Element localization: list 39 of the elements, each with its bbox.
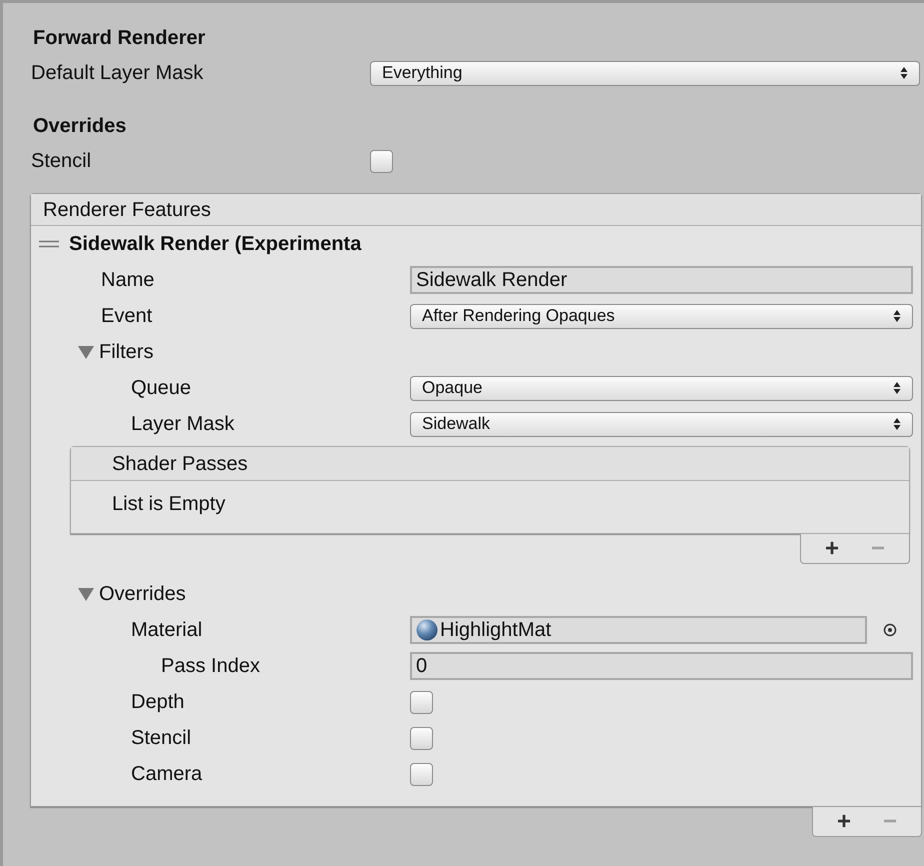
foldout[interactable]: Filters	[77, 337, 154, 367]
field-label: Queue	[131, 376, 192, 401]
field-label: Event	[101, 304, 152, 329]
checkbox[interactable]	[370, 150, 393, 172]
checkbox[interactable]	[410, 762, 433, 786]
object-field[interactable]: HighlightMat	[410, 616, 867, 644]
text-field[interactable]: 0	[410, 652, 913, 680]
object-picker-icon[interactable]	[883, 623, 897, 637]
field-label: Pass Index	[161, 654, 260, 679]
dropdown[interactable]: After Rendering Opaques	[410, 304, 913, 328]
add-button[interactable]: +	[824, 536, 839, 560]
field-label: Depth	[131, 690, 184, 715]
field-label: Name	[101, 268, 154, 293]
field-label: Layer Mask	[131, 412, 234, 437]
field-label: Stencil	[31, 149, 92, 174]
field-label: Camera	[131, 762, 202, 787]
drag-handle-icon[interactable]	[39, 240, 59, 248]
add-button[interactable]: +	[836, 810, 851, 834]
material-sphere-icon	[416, 619, 438, 641]
foldout[interactable]: Overrides	[77, 579, 186, 609]
section-heading: Forward Renderer	[33, 26, 206, 51]
section-heading: Overrides	[33, 114, 126, 139]
field-label: Default Layer Mask	[31, 61, 204, 86]
dropdown[interactable]: Everything	[370, 60, 920, 86]
checkbox[interactable]	[410, 726, 433, 750]
field-label: Material	[131, 618, 202, 643]
updown-arrows-icon	[900, 66, 908, 80]
feature-title: Sidewalk Render (Experimenta	[69, 232, 362, 257]
updown-arrows-icon	[893, 309, 901, 323]
dropdown[interactable]: Sidewalk	[410, 412, 913, 436]
checkbox[interactable]	[410, 690, 433, 714]
list-header: Shader Passes	[71, 447, 909, 481]
field-label: Stencil	[131, 726, 192, 751]
updown-arrows-icon	[893, 381, 901, 395]
updown-arrows-icon	[893, 417, 901, 431]
dropdown[interactable]: Opaque	[410, 376, 913, 400]
text-field[interactable]: Sidewalk Render	[410, 266, 913, 294]
list-header: Renderer Features	[31, 194, 921, 226]
empty-list-text: List is Empty	[112, 493, 226, 515]
